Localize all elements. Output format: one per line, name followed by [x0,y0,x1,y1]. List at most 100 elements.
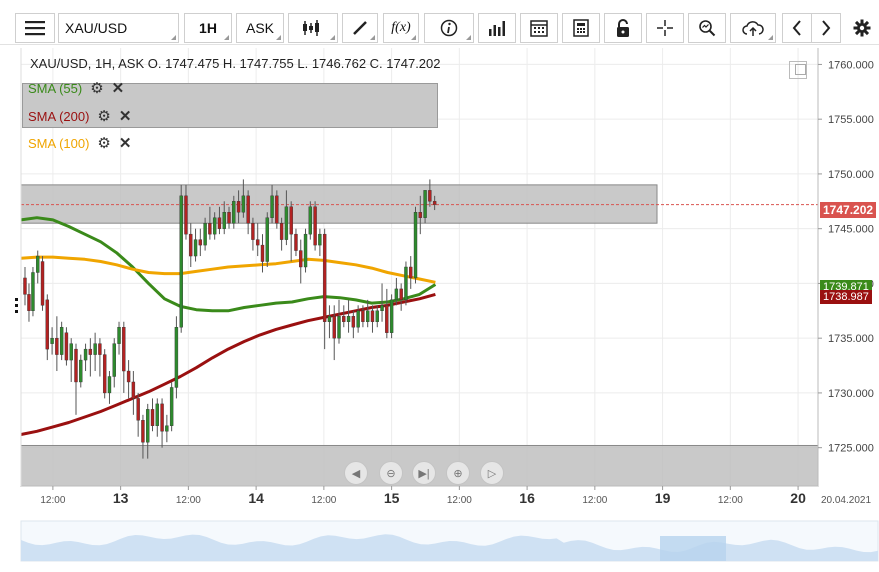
candle-body [327,316,332,322]
candle-body [289,206,293,235]
candle-body [418,212,422,218]
candle-body [361,310,365,322]
candle-body [432,201,437,205]
candle-body [313,206,317,246]
candle-body [428,190,432,202]
candle-body [380,305,384,312]
candle-body [356,310,360,328]
x-tick-label: 15 [384,490,400,506]
candle-body [189,233,193,257]
close-icon[interactable]: ✕ [119,109,132,124]
candle-body [59,327,64,355]
indicator-sma-100[interactable]: SMA (100) ⚙ ✕ [28,136,131,151]
candle [59,321,64,361]
candle-body [69,343,73,361]
candle-body [36,255,40,273]
candle-body [413,212,418,279]
candle-body [303,233,308,268]
candle-body [184,195,188,235]
candle-body [279,222,284,240]
gear-icon[interactable]: ⚙ [97,136,110,151]
indicator-label: SMA (100) [28,136,90,151]
x-tick-label: 12:00 [582,495,607,506]
candle-body [212,217,217,235]
candle-body [23,277,27,295]
candle [64,327,69,366]
zoom-out-button[interactable]: ⊖ [379,461,403,485]
scroll-right-button[interactable]: ▷ [480,461,504,485]
candle-body [160,403,164,432]
zoom-in-button[interactable]: ⊕ [446,461,470,485]
y-tick-label: 1735.000 [828,333,874,345]
x-tick-label: 12:00 [447,495,472,506]
candle-body [284,206,289,240]
candle [275,190,279,229]
indicator-sma-55[interactable]: SMA (55) ⚙ ✕ [28,81,124,96]
gear-icon[interactable]: ⚙ [90,81,103,96]
candle-body [394,288,399,301]
zoom-out-icon: ⊖ [386,467,396,480]
price-zone[interactable] [20,184,658,224]
gear-icon[interactable]: ⚙ [97,109,110,124]
candle-body [98,343,102,355]
candle-body [146,409,150,443]
scroll-left-button[interactable]: ◀ [344,461,368,485]
candle [40,256,45,311]
indicator-sma-200[interactable]: SMA (200) ⚙ ✕ [28,109,131,124]
candle-body [165,425,169,432]
candle [313,201,317,251]
candle-body [102,354,107,394]
candle-body [141,420,145,443]
close-icon[interactable]: ✕ [119,136,132,151]
x-tick-label: 16 [519,490,535,506]
handle-dot [15,304,18,307]
candle-body [217,217,222,229]
candle-body [365,310,370,322]
close-icon[interactable]: ✕ [112,81,125,96]
prev-icon: ◀ [351,467,361,480]
candle [169,381,174,432]
resize-handle[interactable] [15,298,18,313]
candle [179,184,183,333]
candle-body [203,222,207,246]
candle-body [193,239,198,257]
candle-body [251,222,255,240]
candle-body [155,403,159,426]
indicator-label: SMA (55) [28,81,83,96]
candle-body [236,201,241,213]
candle-body [322,233,327,322]
candle-body [385,305,389,333]
candle-body [241,195,246,213]
candle-body [275,195,279,224]
candle-body [351,316,356,328]
y-tick-label: 1745.000 [828,224,874,236]
candle-body [64,332,69,361]
candle [31,267,35,317]
x-tick-label: 12:00 [718,495,743,506]
popout-icon[interactable] [789,61,807,79]
candle-body [265,217,269,262]
candle-body [107,376,112,394]
candle-body [260,244,265,262]
candle-body [399,288,403,301]
candle-body [79,359,83,383]
candle-body [308,206,313,235]
reset-icon: ▶| [418,467,430,480]
candle-body [83,348,88,361]
candle-body [50,337,54,344]
x-tick-label: 12:00 [40,495,65,506]
candle-body [112,343,116,377]
y-tick-label: 1730.000 [828,388,874,400]
y-tick-label: 1750.000 [828,169,874,181]
candle-body [370,310,375,322]
candle-body [232,201,236,224]
navigator-window[interactable] [660,536,726,561]
candle-body [404,266,408,301]
candle-body [198,239,203,246]
x-tick-label: 14 [248,490,264,506]
candle [308,201,313,240]
reset-view-button[interactable]: ▶| [412,461,436,485]
candle [404,261,408,306]
candle-body [222,212,226,229]
candle-body [332,316,336,339]
